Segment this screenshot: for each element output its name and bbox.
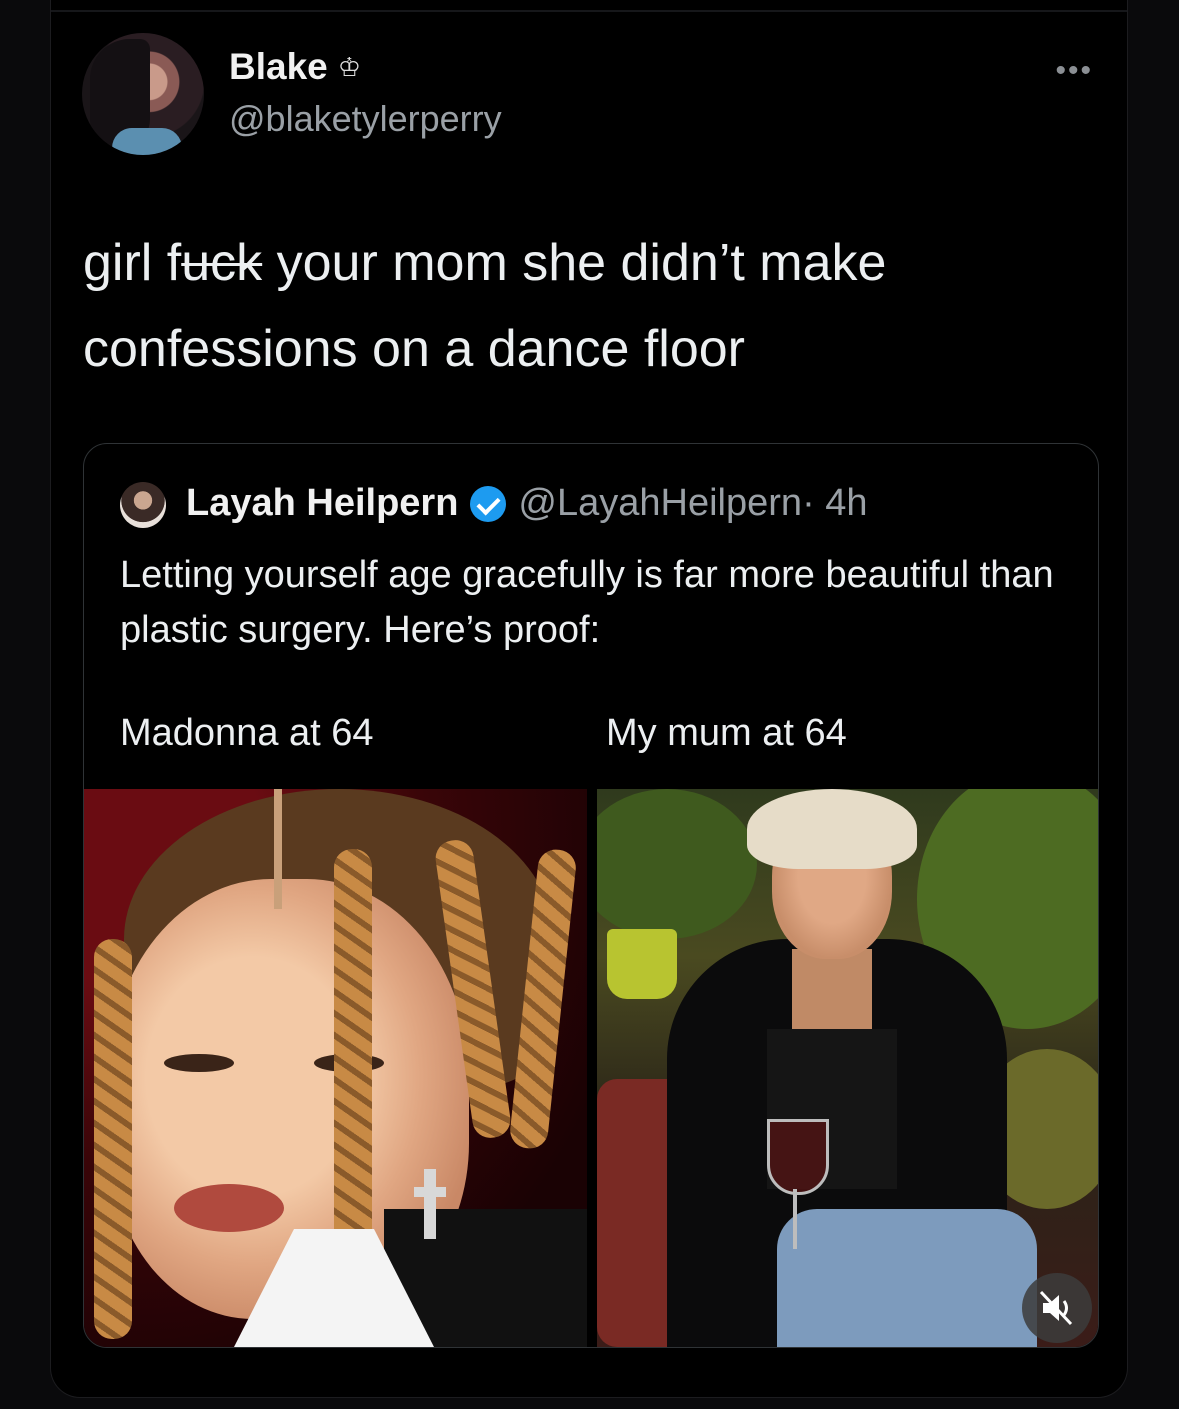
photo-braid xyxy=(94,939,132,1339)
verified-badge-icon xyxy=(470,485,507,522)
photo-plant xyxy=(597,789,757,939)
photo-lips xyxy=(174,1184,284,1232)
photo-wine-stem xyxy=(793,1189,797,1249)
tweet-text-start: girl f xyxy=(83,234,182,292)
quoted-author-name[interactable]: Layah Heilpern xyxy=(186,482,458,525)
quoted-text: Letting yourself age gracefully is far m… xyxy=(120,554,1054,651)
quoted-avatar[interactable] xyxy=(120,482,166,528)
photo-mum[interactable] xyxy=(597,789,1098,1347)
more-options-icon[interactable]: ••• xyxy=(1055,54,1093,88)
quoted-header: Layah Heilpern @LayahHeilpern · 4h xyxy=(186,482,868,525)
tweet-text-line2: confessions on a dance floor xyxy=(83,320,745,378)
author-name[interactable]: Blake xyxy=(229,46,328,88)
divider xyxy=(51,10,1127,12)
caption-right: My mum at 64 xyxy=(606,712,847,754)
tweet-text-censored: uck xyxy=(181,234,263,292)
avatar-clothing xyxy=(112,128,182,155)
photo-pot xyxy=(607,929,677,999)
avatar[interactable] xyxy=(82,33,204,155)
photo-neck xyxy=(792,949,872,1039)
photo-jeans xyxy=(777,1209,1037,1347)
photo-cross-earring xyxy=(414,1169,446,1239)
photo-hair xyxy=(747,789,917,869)
quoted-timestamp[interactable]: · 4h xyxy=(802,482,867,525)
photo-hair-part xyxy=(274,789,282,909)
caption-left: Madonna at 64 xyxy=(120,712,374,754)
quoted-author-handle[interactable]: @LayahHeilpern xyxy=(518,482,802,525)
author-handle[interactable]: @blaketylerperry xyxy=(229,98,502,140)
crown-icon: ♔ xyxy=(337,51,362,82)
photo-eye-left xyxy=(164,1054,234,1072)
tweet-text: girl fuck your mom she didn’t make confe… xyxy=(83,220,1073,392)
tweet-text-line1-end: your mom she didn’t make xyxy=(262,234,887,292)
photo-wine-glass xyxy=(767,1119,829,1195)
quoted-tweet[interactable]: Layah Heilpern @LayahHeilpern · 4h Letti… xyxy=(83,443,1099,1348)
photo-madonna[interactable] xyxy=(84,789,587,1347)
tweet-card[interactable]: Blake ♔ @blaketylerperry ••• girl fuck y… xyxy=(50,0,1128,1398)
photo-divider xyxy=(587,789,597,1347)
author-name-row[interactable]: Blake ♔ xyxy=(229,46,361,88)
muted-speaker-icon[interactable] xyxy=(1022,1273,1092,1343)
